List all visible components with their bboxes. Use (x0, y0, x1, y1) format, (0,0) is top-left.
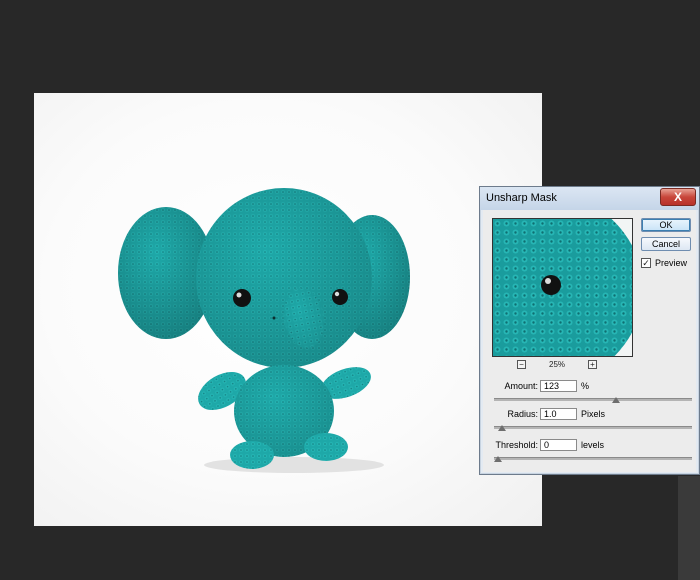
amount-unit: % (581, 381, 590, 391)
preview-image (493, 219, 632, 356)
unsharp-mask-dialog: Unsharp Mask X − 25% + OK Cancel ✓ Previ… (479, 186, 700, 475)
ok-button[interactable]: OK (641, 218, 691, 232)
threshold-label: Threshold: (495, 440, 538, 450)
panel-edge (678, 476, 700, 580)
zoom-level: 25% (549, 360, 566, 369)
preview-checkbox[interactable]: ✓ (641, 258, 651, 268)
checkmark-icon: ✓ (642, 258, 650, 268)
radius-label: Radius: (507, 409, 538, 419)
amount-slider-thumb[interactable] (612, 397, 620, 403)
preview-label: Preview (655, 258, 688, 268)
dialog-titlebar[interactable]: Unsharp Mask X (480, 187, 699, 210)
threshold-slider-thumb[interactable] (494, 456, 502, 462)
close-icon: X (673, 190, 682, 204)
radius-unit: Pixels (581, 409, 606, 419)
threshold-slider[interactable] (494, 456, 692, 462)
zoom-in-button[interactable]: + (588, 360, 597, 369)
elephant-photo (118, 188, 410, 473)
zoom-in-icon: + (590, 360, 595, 369)
radius-input[interactable] (540, 408, 577, 420)
dialog-title: Unsharp Mask (486, 192, 557, 204)
zoom-out-button[interactable]: − (517, 360, 526, 369)
radius-slider-thumb[interactable] (498, 425, 506, 431)
amount-input[interactable] (540, 380, 577, 392)
document-canvas[interactable] (34, 93, 542, 526)
cancel-button[interactable]: Cancel (641, 237, 691, 251)
threshold-unit: levels (581, 440, 605, 450)
close-button[interactable]: X (660, 188, 696, 206)
radius-slider[interactable] (494, 425, 692, 431)
dialog-body: − 25% + OK Cancel ✓ Preview Amount: % Ra… (483, 210, 696, 472)
preview-pane[interactable] (492, 218, 633, 357)
zoom-out-icon: − (519, 360, 524, 369)
amount-label: Amount: (504, 381, 538, 391)
threshold-input[interactable] (540, 439, 577, 451)
amount-slider[interactable] (494, 397, 692, 403)
